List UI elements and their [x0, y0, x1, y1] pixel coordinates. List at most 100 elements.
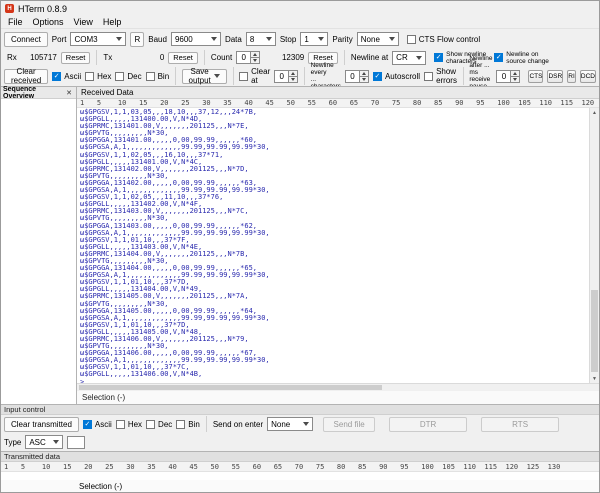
rx-reset-button[interactable]: Reset — [60, 51, 91, 64]
dsr-indicator: DSR — [547, 69, 564, 83]
scroll-down-icon[interactable]: ▼ — [590, 374, 599, 383]
chevron-down-icon — [416, 55, 423, 60]
stop-bits-select[interactable]: 1 — [300, 32, 329, 46]
tx-hex-checkbox[interactable]: Hex — [115, 419, 142, 429]
count-spinner[interactable]: 0 — [236, 51, 261, 64]
checkbox-box — [82, 419, 92, 429]
vertical-scrollbar[interactable]: ▲ ▼ — [589, 108, 599, 383]
chevron-down-icon — [116, 37, 123, 41]
spin-down-icon[interactable] — [511, 75, 521, 83]
scrollbar-thumb[interactable] — [79, 385, 382, 390]
autoscroll-checkbox[interactable]: Autoscroll — [372, 71, 420, 81]
tx-ascii-checkbox[interactable]: Ascii — [82, 419, 112, 429]
rx-dec-checkbox[interactable]: Dec — [115, 71, 142, 81]
horizontal-scrollbar[interactable] — [77, 383, 599, 391]
app-icon: H — [5, 4, 14, 13]
tx-label: Tx — [103, 53, 113, 62]
checkbox-box — [145, 71, 155, 81]
clear-received-button[interactable]: Clear received — [4, 67, 49, 85]
checkbox-box — [434, 53, 444, 62]
cts-flow-control-checkbox[interactable]: CTS Flow control — [406, 34, 480, 44]
tx-count: 0 — [159, 53, 165, 62]
count-total: 12309 — [281, 53, 305, 62]
checkbox-box — [239, 71, 249, 81]
ri-indicator: RI — [567, 69, 576, 83]
menu-help[interactable]: Help — [98, 17, 127, 27]
send-on-enter-label: Send on enter — [212, 419, 264, 429]
baud-label: Baud — [148, 34, 167, 44]
spin-down-icon[interactable] — [359, 75, 369, 83]
separator — [343, 50, 345, 65]
checkbox-box — [176, 419, 186, 429]
port-select[interactable]: COM3 — [70, 32, 127, 46]
spin-down-icon[interactable] — [289, 75, 299, 83]
checkbox-box — [406, 34, 416, 44]
rx-bin-checkbox[interactable]: Bin — [145, 71, 169, 81]
show-errors-checkbox[interactable]: Show errors — [424, 67, 457, 85]
stop-bits-label: Stop — [279, 34, 297, 44]
received-ruler: 1 5 10 15 20 25 30 35 40 45 50 55 60 65 … — [77, 99, 599, 108]
rts-button[interactable]: RTS — [481, 416, 560, 432]
menu-options[interactable]: Options — [28, 17, 69, 27]
connection-toolbar: Connect Port COM3 R Baud 9600 Data 8 Sto… — [1, 28, 599, 49]
chevron-down-icon — [388, 37, 395, 41]
clear-transmitted-button[interactable]: Clear transmitted — [4, 416, 79, 432]
checkbox-box — [115, 71, 125, 81]
scrollbar-track[interactable] — [590, 117, 599, 374]
menu-file[interactable]: File — [3, 17, 28, 27]
transmitted-ruler: 1 5 10 15 20 25 30 35 40 45 50 55 60 65 … — [1, 462, 599, 472]
type-select[interactable]: ASC — [25, 435, 64, 449]
input-field[interactable] — [67, 435, 86, 449]
received-data-panel: Received Data 1 5 10 15 20 25 30 35 40 4… — [77, 87, 599, 404]
tx-dec-checkbox[interactable]: Dec — [146, 419, 172, 429]
newline-at-select[interactable]: CR — [392, 50, 427, 65]
chevron-down-icon — [210, 37, 217, 41]
received-data-header: Received Data — [77, 87, 599, 99]
stats-toolbar: Rx 105717 Reset Tx 0 Reset Count 0 12309… — [1, 49, 599, 66]
chevron-down-icon — [303, 422, 310, 426]
separator — [205, 416, 207, 432]
rx-ascii-checkbox[interactable]: Ascii — [52, 71, 81, 81]
chevron-down-icon — [213, 74, 220, 78]
newline-on-source-change-checkbox[interactable]: Newline onsource change — [494, 51, 549, 65]
tx-bin-checkbox[interactable]: Bin — [176, 419, 200, 429]
clear-at-checkbox[interactable]: Clear at — [239, 67, 270, 85]
chevron-down-icon — [53, 440, 60, 444]
rx-label: Rx — [7, 53, 17, 62]
scroll-up-icon[interactable]: ▲ — [590, 108, 599, 117]
tx-reset-button[interactable]: Reset — [168, 51, 198, 64]
checkbox-box — [494, 53, 504, 62]
rx-hex-checkbox[interactable]: Hex — [85, 71, 111, 81]
connect-button[interactable]: Connect — [4, 31, 48, 47]
sequence-overview-title: Sequence Overview — [3, 85, 37, 100]
data-bits-select[interactable]: 8 — [245, 32, 276, 46]
port-refresh-button[interactable]: R — [130, 31, 145, 47]
dcd-indicator: DCD — [579, 69, 597, 83]
receive-toolbar: Clear received Ascii Hex Dec Bin Save ou… — [1, 55, 599, 97]
sequence-overview-body[interactable] — [1, 99, 76, 404]
close-icon[interactable]: ✕ — [64, 89, 74, 97]
spin-down-icon[interactable] — [251, 57, 261, 64]
dtr-button[interactable]: DTR — [389, 416, 468, 432]
send-file-button[interactable]: Send file — [323, 416, 376, 432]
send-on-enter-select[interactable]: None — [267, 417, 314, 431]
transmitted-data-area[interactable] — [1, 472, 599, 480]
scrollbar-thumb[interactable] — [591, 289, 598, 372]
clear-at-spinner[interactable]: 0 — [274, 69, 299, 83]
type-label: Type — [4, 437, 22, 447]
checkbox-box — [85, 71, 95, 81]
received-lines: ω$GPGSV,1,1,03,05,,,18,10,,,37,12,,,24*7… — [77, 108, 599, 383]
save-output-button[interactable]: Save output — [181, 67, 227, 85]
transmitted-selection-status: Selection (-) — [1, 480, 599, 492]
received-data-area[interactable]: ω$GPGSV,1,1,03,05,,,18,10,,,37,12,,,24*7… — [77, 108, 599, 383]
menu-view[interactable]: View — [69, 17, 98, 27]
count-label: Count — [210, 53, 233, 62]
cts-indicator: CTS — [528, 69, 544, 83]
baud-select[interactable]: 9600 — [170, 32, 221, 46]
newline-every-spinner[interactable]: 0 — [344, 69, 369, 83]
parity-select[interactable]: None — [356, 32, 399, 46]
chevron-down-icon — [265, 37, 272, 41]
newline-after-pause-spinner[interactable]: 0 — [496, 69, 521, 83]
transmitted-data-header: Transmitted data — [1, 451, 599, 462]
checkbox-box — [372, 71, 382, 81]
